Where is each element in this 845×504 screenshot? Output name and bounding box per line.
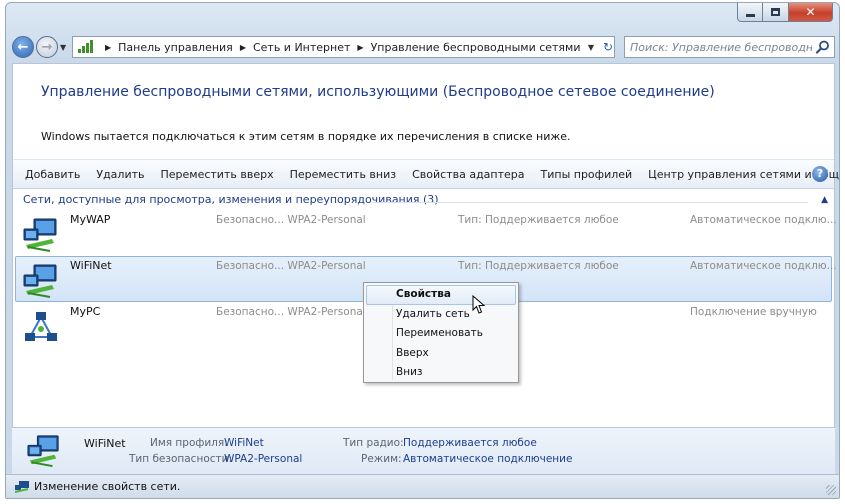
move-up-button[interactable]: Переместить вверх: [153, 168, 282, 181]
network-row[interactable]: MyWAP Безопасно... WPA2-Personal Тип: По…: [15, 210, 837, 256]
radio-type-label: Тип радио:: [343, 437, 404, 449]
radio-type-value: Поддерживается любое: [403, 437, 537, 449]
wireless-network-icon: [23, 218, 57, 252]
status-bar: Изменение свойств сети.: [6, 474, 839, 498]
profile-name-label: Имя профиля:: [150, 437, 228, 449]
details-network-name: WiFiNet: [84, 437, 126, 450]
network-type: Тип: Поддерживается любое: [458, 214, 619, 226]
profile-name-value: WiFiNet: [224, 437, 264, 449]
breadcrumb-network-internet[interactable]: Сеть и Интернет: [253, 41, 350, 54]
network-name: MyWAP: [70, 213, 111, 226]
network-connect-mode: Подключение вручную: [690, 306, 817, 318]
menu-item-move-up[interactable]: Вверх: [366, 344, 516, 364]
refresh-button[interactable]: ↻: [599, 37, 617, 57]
minimize-icon: [745, 13, 755, 17]
maximize-button[interactable]: [763, 3, 789, 22]
menu-item-remove-network[interactable]: Удалить сеть: [366, 305, 516, 325]
mouse-cursor-icon: [472, 295, 486, 314]
network-type: Тип: Поддерживается любое: [458, 260, 619, 272]
security-type-value: WPA2-Personal: [224, 453, 303, 465]
forward-button[interactable]: →: [36, 36, 58, 58]
address-dropdown-icon[interactable]: ▼: [588, 43, 594, 52]
wireless-network-icon: [27, 435, 59, 468]
arrow-left-icon: ←: [17, 39, 29, 55]
close-button[interactable]: ✕: [789, 3, 833, 22]
help-icon[interactable]: ?: [812, 166, 828, 182]
status-text: Изменение свойств сети.: [34, 480, 181, 493]
resize-grip-icon[interactable]: [826, 485, 836, 495]
wireless-network-icon: [14, 481, 29, 493]
details-pane: WiFiNet Имя профиля: WiFiNet Тип безопас…: [12, 427, 835, 474]
move-down-button[interactable]: Переместить вниз: [282, 168, 405, 181]
menu-item-properties[interactable]: Свойства: [366, 285, 516, 305]
arrow-right-icon: →: [41, 39, 53, 55]
caption-buttons: ✕: [737, 3, 833, 22]
command-toolbar: Добавить Удалить Переместить вверх Перем…: [13, 159, 839, 189]
breadcrumb-control-panel[interactable]: Панель управления: [118, 41, 233, 54]
security-type-label: Тип безопасности:: [129, 453, 232, 465]
refresh-icon: ↻: [602, 40, 614, 54]
maximize-icon: [771, 8, 780, 16]
address-bar[interactable]: ▶ Панель управления ▶ Сеть и Интернет ▶ …: [72, 36, 615, 58]
explorer-window: ✕ ← → ▼ ▶ Панель управления ▶ Сеть и Инт…: [5, 2, 840, 499]
network-connect-mode: Автоматическое подклю...: [690, 214, 837, 226]
network-name: MyPC: [70, 305, 101, 318]
group-header-label: Сети, доступные для просмотра, изменения…: [23, 193, 439, 206]
network-connect-mode: Автоматическое подклю...: [690, 260, 837, 272]
network-security: Безопасно... WPA2-Personal: [216, 214, 366, 226]
menu-item-rename[interactable]: Переименовать: [366, 324, 516, 344]
collapse-caret-icon[interactable]: ▲: [821, 191, 828, 209]
breadcrumb-wireless-networks[interactable]: Управление беспроводными сетями: [371, 41, 581, 54]
adapter-properties-button[interactable]: Свойства адаптера: [404, 168, 532, 181]
network-sharing-center-button[interactable]: Центр управления сетями и общим доступом: [640, 168, 839, 181]
network-security: Безопасно... WPA2-Personal: [216, 260, 366, 272]
add-button[interactable]: Добавить: [17, 168, 88, 181]
breadcrumb-chevron-icon[interactable]: ▶: [240, 43, 246, 52]
context-menu: Свойства Удалить сеть Переименовать Ввер…: [363, 282, 519, 383]
search-box[interactable]: [624, 36, 835, 58]
network-group-header[interactable]: Сети, доступные для просмотра, изменения…: [13, 191, 834, 209]
search-icon[interactable]: [815, 39, 831, 55]
search-input[interactable]: [630, 40, 812, 54]
back-button[interactable]: ←: [12, 36, 34, 58]
page-title: Управление беспроводными сетями, использ…: [41, 84, 715, 100]
breadcrumb-chevron-icon[interactable]: ▶: [357, 43, 363, 52]
minimize-button[interactable]: [737, 3, 763, 22]
profile-types-button[interactable]: Типы профилей: [533, 168, 641, 181]
network-security: Безопасно... WPA2-Personal: [216, 306, 366, 318]
close-icon: ✕: [805, 5, 816, 19]
mode-value: Автоматическое подключение: [403, 453, 573, 465]
adhoc-network-icon: [25, 312, 57, 341]
network-name: WiFiNet: [70, 259, 112, 272]
main-content: Управление беспроводными сетями, использ…: [12, 63, 839, 473]
mode-label: Режим:: [361, 453, 402, 465]
wireless-network-icon: [23, 264, 57, 298]
page-description: Windows пытается подключаться к этим сет…: [41, 130, 571, 143]
recent-pages-dropdown[interactable]: ▼: [60, 43, 66, 52]
remove-button[interactable]: Удалить: [88, 168, 152, 181]
menu-item-move-down[interactable]: Вниз: [366, 363, 516, 383]
breadcrumb-chevron-icon[interactable]: ▶: [105, 43, 111, 52]
address-row: ← → ▼ ▶ Панель управления ▶ Сеть и Интер…: [6, 33, 839, 61]
network-control-panel-icon: [77, 40, 94, 54]
